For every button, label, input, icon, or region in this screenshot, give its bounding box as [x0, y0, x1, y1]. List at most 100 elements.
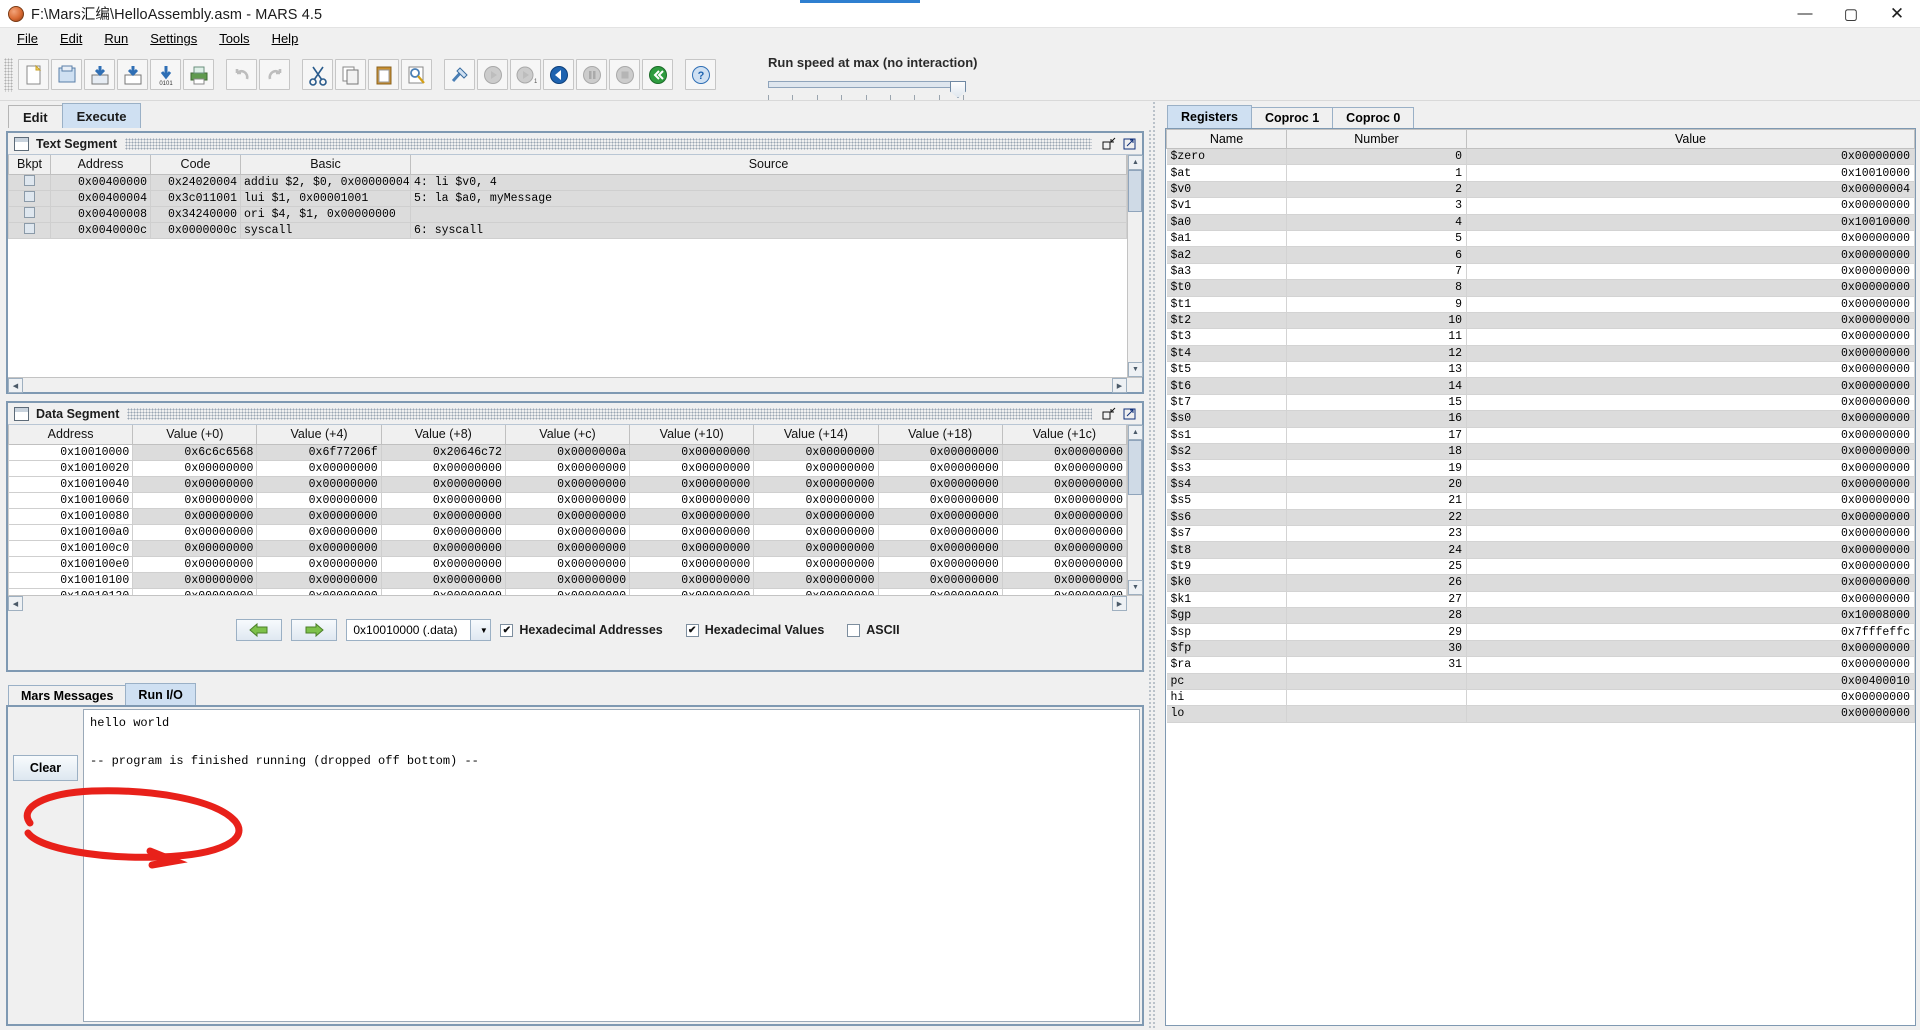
table-row[interactable]: 0x10010000 0x6c6c6568 0x6f77206f 0x20646c72… [8, 443, 1127, 461]
tab-run-io[interactable]: Run I/O [125, 683, 196, 705]
table-row[interactable]: lo 0x00000000 [1166, 705, 1915, 723]
table-row[interactable]: $v0 2 0x00000004 [1166, 181, 1915, 199]
register-value[interactable]: 0x00000000 [1466, 197, 1915, 215]
data-cell-value[interactable]: 0x00000000 [753, 507, 879, 525]
text-segment-restore-icon[interactable] [1100, 135, 1117, 152]
data-cell-address[interactable]: 0x100100a0 [8, 523, 134, 541]
table-row[interactable]: $t7 15 0x00000000 [1166, 394, 1915, 412]
data-cell-value[interactable]: 0x00000000 [504, 587, 631, 595]
table-row[interactable]: 0x100100c0 0x00000000 0x00000000 0x00000000… [8, 539, 1127, 557]
copy-icon[interactable] [335, 59, 366, 90]
data-col-0[interactable]: Address [8, 425, 134, 445]
register-value[interactable]: 0x00000000 [1466, 541, 1915, 559]
register-value[interactable]: 0x00000000 [1466, 525, 1915, 543]
prev-memory-page-button[interactable] [236, 619, 283, 641]
data-cell-value[interactable]: 0x00000000 [629, 507, 755, 525]
data-cell-value[interactable]: 0x00000000 [256, 507, 382, 525]
tab-coproc-0[interactable]: Coproc 0 [1332, 107, 1415, 128]
data-col-4[interactable]: Value (+c) [504, 425, 631, 445]
data-cell-value[interactable]: 0x6f77206f [256, 443, 382, 461]
table-row[interactable]: $a0 4 0x10010000 [1166, 214, 1915, 231]
data-cell-value[interactable]: 0x00000000 [629, 475, 755, 493]
register-value[interactable]: 0x00000000 [1466, 410, 1915, 428]
text-segment-maximize-icon[interactable] [1121, 135, 1138, 152]
tab-edit[interactable]: Edit [8, 105, 63, 128]
data-cell-address[interactable]: 0x10010080 [8, 507, 134, 525]
register-value[interactable]: 0x00000000 [1466, 558, 1915, 576]
run-speed-slider-track[interactable] [768, 81, 964, 88]
table-row[interactable]: $k1 27 0x00000000 [1166, 591, 1915, 608]
table-row[interactable]: $s6 22 0x00000000 [1166, 509, 1915, 526]
data-cell-value[interactable]: 0x00000000 [877, 507, 1003, 525]
register-value[interactable]: 0x00000000 [1466, 591, 1915, 608]
register-value[interactable]: 0x00000000 [1466, 459, 1915, 477]
data-cell-value[interactable]: 0x00000000 [877, 443, 1003, 461]
text-segment-hscrollbar[interactable]: ◀ ▶ [8, 377, 1142, 393]
table-row[interactable]: $t6 14 0x00000000 [1166, 377, 1915, 395]
table-row[interactable]: $t8 24 0x00000000 [1166, 541, 1915, 559]
register-value[interactable]: 0x00000000 [1466, 377, 1915, 395]
text-hscroll-left-arrow[interactable]: ◀ [8, 378, 23, 393]
dump-memory-icon[interactable]: 0101 [150, 59, 181, 90]
table-row[interactable]: $k0 26 0x00000000 [1166, 574, 1915, 592]
data-cell-value[interactable]: 0x00000000 [1001, 587, 1127, 595]
data-cell-value[interactable]: 0x00000000 [753, 539, 879, 557]
find-replace-icon[interactable] [401, 59, 432, 90]
data-hscroll-right-arrow[interactable]: ▶ [1112, 596, 1127, 611]
data-cell-value[interactable]: 0x00000000 [504, 491, 631, 509]
text-cell-bkpt[interactable] [8, 205, 51, 223]
data-cell-value[interactable]: 0x00000000 [132, 539, 258, 557]
table-row[interactable]: 0x100101200x000000000x000000000x00000000… [8, 587, 1127, 595]
table-row[interactable]: 0x00400008 0x34240000 ori $4, $1, 0x000000… [8, 205, 1127, 223]
data-cell-address[interactable]: 0x10010020 [8, 459, 134, 477]
table-row[interactable]: $zero 0 0x00000000 [1166, 148, 1915, 166]
table-row[interactable]: $a1 5 0x00000000 [1166, 230, 1915, 248]
data-scroll-down-arrow[interactable]: ▼ [1128, 580, 1143, 595]
data-cell-value[interactable]: 0x00000000 [504, 507, 631, 525]
table-row[interactable]: $ra 31 0x00000000 [1166, 656, 1915, 674]
text-col-basic[interactable]: Basic [240, 155, 411, 175]
open-file-icon[interactable] [51, 59, 82, 90]
register-value[interactable]: 0x00000000 [1466, 476, 1915, 494]
reg-col-name[interactable]: Name [1166, 129, 1287, 149]
data-cell-value[interactable]: 0x00000000 [877, 571, 1003, 589]
register-value[interactable]: 0x00000000 [1466, 574, 1915, 592]
table-row[interactable]: hi 0x00000000 [1166, 689, 1915, 707]
register-value[interactable]: 0x00000000 [1466, 443, 1915, 461]
text-cell-bkpt[interactable] [8, 173, 51, 191]
assemble-icon[interactable] [444, 59, 475, 90]
table-row[interactable]: pc 0x00400010 [1166, 673, 1915, 690]
register-value[interactable]: 0x00000000 [1466, 296, 1915, 313]
reg-col-number[interactable]: Number [1286, 129, 1467, 149]
paste-icon[interactable] [368, 59, 399, 90]
data-cell-address[interactable]: 0x100100e0 [8, 555, 134, 573]
data-cell-value[interactable]: 0x00000000 [132, 507, 258, 525]
tab-execute[interactable]: Execute [61, 103, 142, 128]
data-cell-address[interactable]: 0x10010000 [8, 443, 134, 461]
data-cell-value[interactable]: 0x00000000 [256, 555, 382, 573]
hex-addresses-checkbox[interactable]: ✔ Hexadecimal Addresses [500, 623, 663, 637]
data-cell-address[interactable]: 0x100100c0 [8, 539, 134, 557]
data-cell-value[interactable]: 0x00000000 [256, 491, 382, 509]
data-cell-value[interactable]: 0x00000000 [877, 587, 1003, 595]
data-cell-value[interactable]: 0x00000000 [1001, 459, 1127, 477]
register-value[interactable]: 0x10010000 [1466, 164, 1915, 182]
table-row[interactable]: $s7 23 0x00000000 [1166, 525, 1915, 543]
text-col-address[interactable]: Address [50, 155, 151, 175]
data-cell-value[interactable]: 0x00000000 [877, 555, 1003, 573]
data-cell-value[interactable]: 0x00000000 [1001, 475, 1127, 493]
undo-icon[interactable] [226, 59, 257, 90]
data-cell-value[interactable]: 0x00000000 [504, 539, 631, 557]
data-cell-value[interactable]: 0x00000000 [380, 475, 506, 493]
text-cell-bkpt[interactable] [8, 221, 51, 239]
register-value[interactable]: 0x10008000 [1466, 607, 1915, 625]
next-memory-page-button[interactable] [291, 619, 338, 641]
text-scroll-down-arrow[interactable]: ▼ [1128, 362, 1143, 377]
toolbar-drag-handle[interactable] [4, 57, 13, 92]
step-icon[interactable]: 1 [510, 59, 541, 90]
data-cell-value[interactable]: 0x00000000 [380, 507, 506, 525]
table-row[interactable]: 0x10010080 0x00000000 0x00000000 0x00000000… [8, 507, 1127, 525]
register-value[interactable]: 0x00000000 [1466, 246, 1915, 264]
data-cell-value[interactable]: 0x00000000 [256, 523, 382, 541]
data-cell-value[interactable]: 0x00000000 [504, 555, 631, 573]
